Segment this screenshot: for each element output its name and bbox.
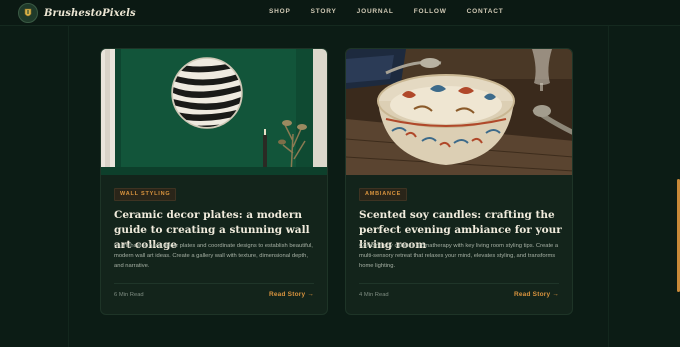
card-divider	[114, 283, 314, 284]
site-header: BrushestoPixels SHOP STORY JOURNAL FOLLO…	[0, 0, 680, 26]
main-nav: SHOP STORY JOURNAL FOLLOW CONTACT	[269, 8, 524, 15]
article-card[interactable]: WALL STYLING Ceramic decor plates: a mod…	[100, 48, 328, 315]
zebra-plate-image	[101, 49, 327, 175]
bg-guide-line	[68, 0, 69, 347]
nav-contact[interactable]: CONTACT	[467, 8, 504, 15]
card-divider	[359, 283, 559, 284]
category-tag[interactable]: WALL STYLING	[114, 188, 177, 201]
nav-shop[interactable]: SHOP	[269, 8, 291, 15]
read-time: 6 Min Read	[114, 292, 144, 298]
bg-guide-line	[608, 0, 609, 347]
nav-follow[interactable]: FOLLOW	[414, 8, 447, 15]
read-story-link[interactable]: Read Story →	[269, 291, 314, 298]
article-image[interactable]	[101, 49, 327, 175]
category-tag[interactable]: AMBIANCE	[359, 188, 408, 201]
brand-logo[interactable]: BrushestoPixels	[18, 3, 136, 23]
brush-crest-icon	[18, 3, 38, 23]
card-body: WALL STYLING Ceramic decor plates: a mod…	[101, 175, 327, 314]
article-image[interactable]	[346, 49, 572, 175]
read-time: 4 Min Read	[359, 292, 389, 298]
brand-name: BrushestoPixels	[44, 7, 136, 19]
article-card[interactable]: AMBIANCE Scented soy candles: crafting t…	[345, 48, 573, 315]
nav-story[interactable]: STORY	[311, 8, 337, 15]
card-body: AMBIANCE Scented soy candles: crafting t…	[346, 175, 572, 314]
read-story-link[interactable]: Read Story →	[514, 291, 559, 298]
nav-journal[interactable]: JOURNAL	[357, 8, 394, 15]
article-excerpt: Learn how to hang decor plates and coord…	[114, 243, 313, 269]
ceramic-bowl-image	[346, 49, 572, 175]
article-excerpt: Combine soy candles aromatherapy with ke…	[359, 243, 559, 269]
